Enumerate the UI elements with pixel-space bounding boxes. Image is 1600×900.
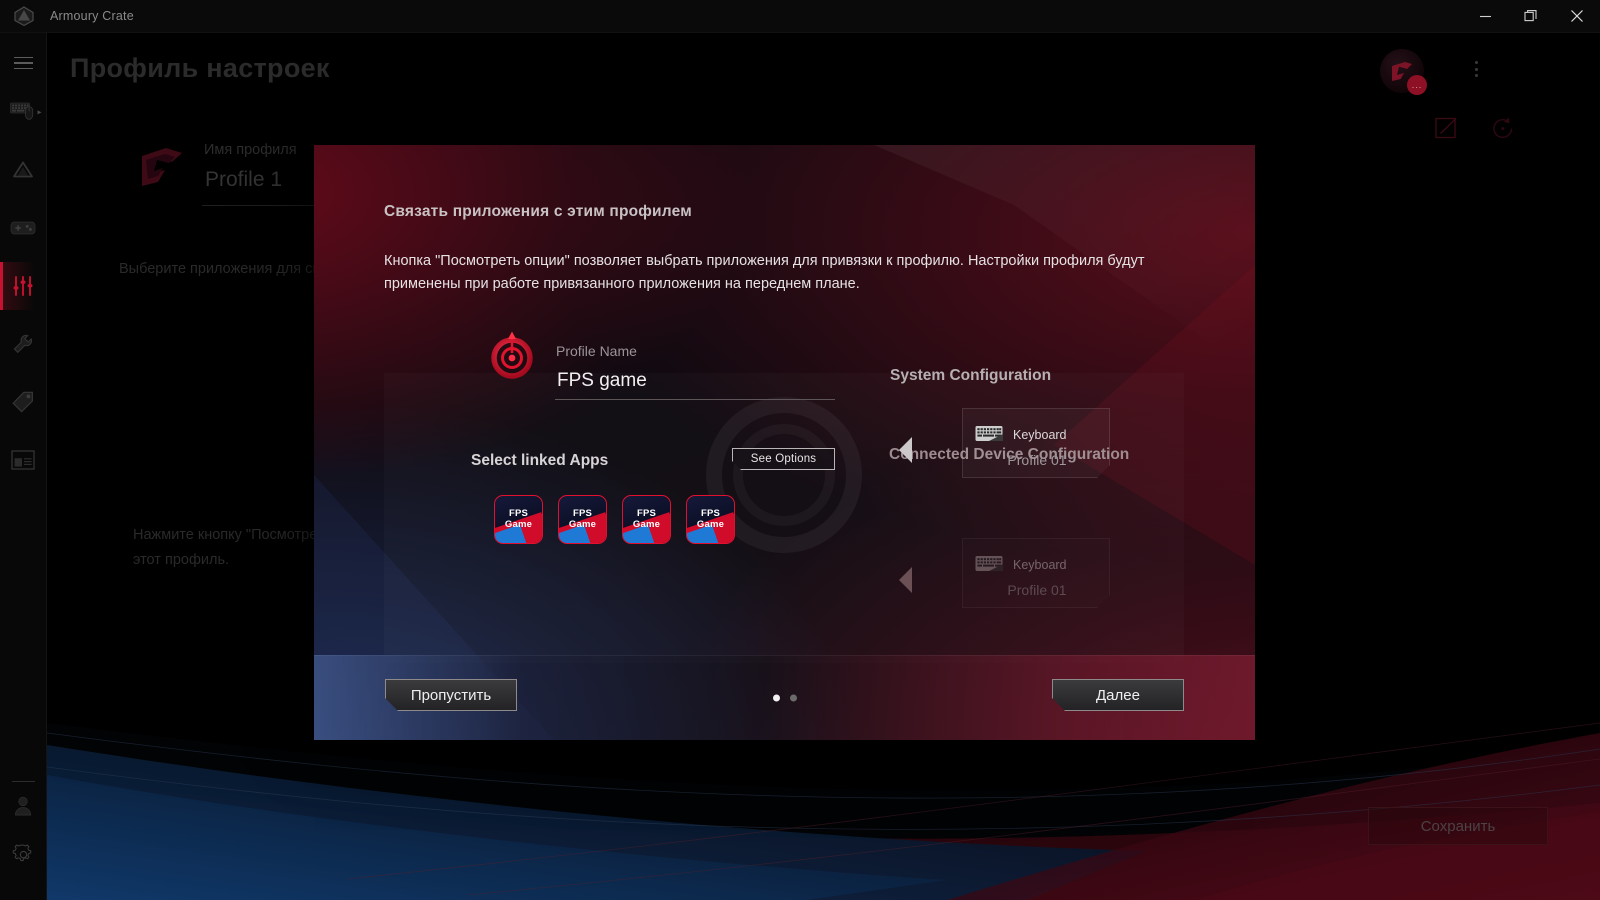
device-profile: Profile 01 (1007, 452, 1067, 468)
gamepad-icon (10, 221, 36, 235)
tile-label-line1: FPS (508, 508, 529, 519)
save-button[interactable]: Сохранить (1368, 807, 1548, 845)
page-hint-primary: Выберите приложения для связи (119, 261, 343, 277)
tile-label-line2: Game (696, 519, 725, 530)
avatar[interactable]: ... (1380, 49, 1427, 95)
sidebar-item-tools[interactable] (0, 320, 47, 368)
tile-label-line2: Game (632, 519, 661, 530)
rog-profile-logo-icon (142, 148, 182, 186)
avatar-badge: ... (1407, 75, 1427, 95)
pagination-dot[interactable] (772, 694, 780, 702)
user-account-icon (14, 796, 32, 816)
sidebar-item-news[interactable] (0, 436, 47, 484)
device-config-prev-arrow-icon[interactable] (898, 565, 916, 595)
reset-circular-arrow-icon[interactable] (1489, 115, 1517, 143)
page-title: Профиль настроек (70, 53, 330, 83)
fps-target-profile-icon (491, 331, 533, 379)
linked-app-tile[interactable]: FPS Game (686, 495, 735, 544)
skip-button[interactable]: Пропустить (385, 679, 517, 711)
tile-label-line1: FPS (572, 508, 593, 519)
linked-app-tile[interactable]: FPS Game (622, 495, 671, 544)
keyboard-icon (975, 425, 1003, 445)
select-linked-apps-label: Select linked Apps (471, 452, 609, 469)
system-config-device-card[interactable]: Keyboard Profile 01 (962, 408, 1110, 478)
modal-title: Связать приложения с этим профилем (384, 203, 692, 220)
modal-description: Кнопка "Посмотреть опции" позволяет выбр… (384, 253, 1145, 292)
device-name: Keyboard (1013, 428, 1067, 442)
hamburger-menu-icon[interactable] (6, 48, 40, 78)
profile-name-label: Profile Name (556, 343, 637, 359)
app-title: Armoury Crate (50, 9, 134, 23)
see-options-button[interactable]: See Options (732, 448, 835, 470)
sidebar-item-account[interactable] (0, 782, 47, 830)
connected-device-card[interactable]: Keyboard Profile 01 (962, 538, 1110, 608)
tile-label-line2: Game (504, 519, 533, 530)
tile-label-line1: FPS (636, 508, 657, 519)
profile-name-value-bg: Profile 1 (205, 168, 283, 191)
sidebar-item-settings[interactable] (0, 830, 47, 878)
sidebar: ▸ (0, 33, 47, 900)
sidebar-item-game-profiles[interactable] (0, 204, 47, 252)
tag-icon (12, 391, 33, 413)
minimize-icon[interactable] (1462, 0, 1508, 33)
edit-pencil-icon[interactable] (1434, 116, 1460, 142)
window-controls (1462, 0, 1600, 33)
sidebar-item-featured[interactable] (0, 378, 47, 426)
next-button[interactable]: Далее (1052, 679, 1184, 711)
armoury-crate-logo-icon (10, 2, 38, 30)
pagination-dot[interactable] (789, 694, 797, 702)
link-apps-modal: Связать приложения с этим профилем Кнопк… (314, 145, 1255, 740)
tile-label-line1: FPS (700, 508, 721, 519)
system-configuration-title: System Configuration (890, 367, 1052, 384)
news-window-icon (11, 450, 35, 470)
sliders-icon (13, 276, 33, 296)
title-bar: Armoury Crate (0, 0, 1600, 33)
device-name: Keyboard (1013, 558, 1067, 572)
sidebar-item-device-settings[interactable]: ▸ (0, 88, 47, 136)
restore-icon[interactable] (1508, 0, 1554, 33)
aura-sync-triangle-icon (13, 161, 33, 178)
linked-app-tile[interactable]: FPS Game (558, 495, 607, 544)
sidebar-item-scenario-profiles[interactable] (0, 262, 47, 310)
keyboard-mouse-device-icon (9, 102, 33, 120)
device-profile: Profile 01 (1007, 582, 1067, 598)
sidebar-bottom-group (0, 782, 47, 900)
more-options-icon[interactable] (1475, 61, 1478, 77)
armoury-crate-window: Armoury Crate ▸ Профиль настроек Имя про… (0, 0, 1600, 900)
tile-label-line2: Game (568, 519, 597, 530)
wrench-icon (13, 334, 33, 354)
profile-name-input[interactable] (555, 366, 835, 400)
close-icon[interactable] (1554, 0, 1600, 33)
chevron-right-icon: ▸ (37, 107, 42, 117)
gear-settings-icon (12, 843, 31, 861)
keyboard-icon (975, 555, 1003, 575)
pagination-dots (772, 694, 797, 702)
profile-name-label-bg: Имя профиля (204, 142, 297, 158)
system-config-prev-arrow-icon[interactable] (898, 435, 916, 465)
linked-app-tile[interactable]: FPS Game (494, 495, 543, 544)
linked-app-tiles: FPS Game FPS Game FPS Game FPS Game (494, 495, 735, 544)
sidebar-item-aura-sync[interactable] (0, 146, 47, 194)
modal-footer: Пропустить Далее (314, 655, 1255, 740)
